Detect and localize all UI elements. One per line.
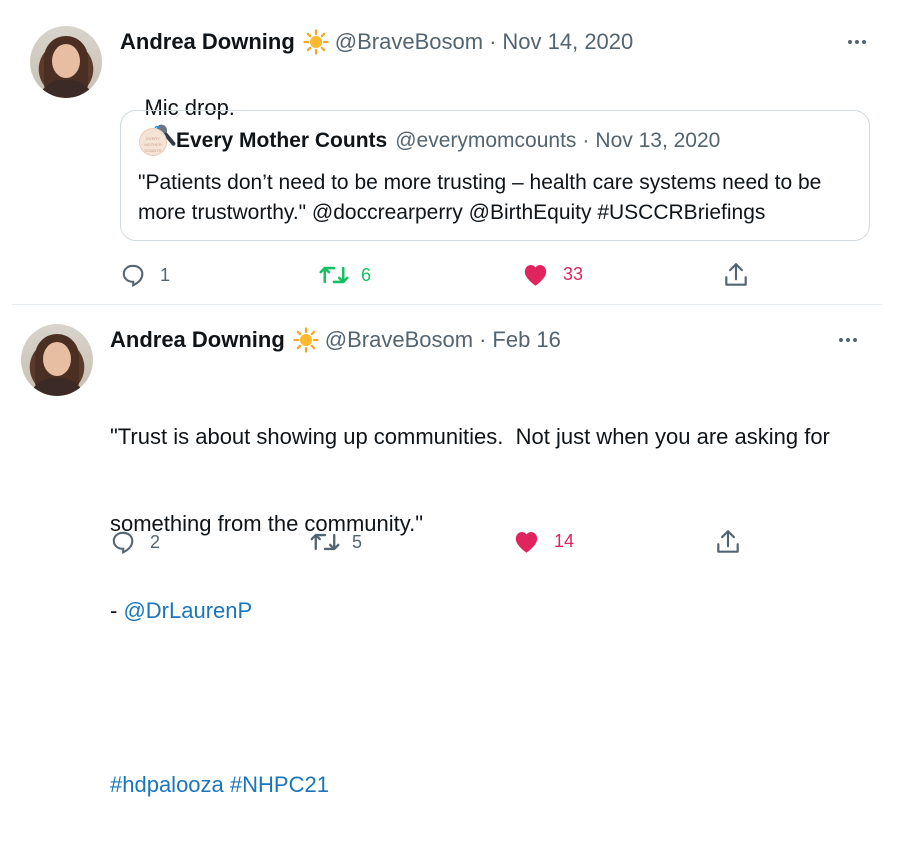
share-icon — [717, 530, 739, 553]
reply-icon — [112, 531, 134, 555]
separator-dot: · — [479, 327, 487, 352]
more-icon[interactable] — [848, 40, 866, 44]
quoted-text: "Patients don’t need to be more trusting… — [138, 171, 822, 224]
retweet-icon — [310, 533, 340, 551]
attribution-dash: - — [110, 598, 124, 623]
reply-icon — [122, 264, 144, 288]
like-count: 14 — [554, 531, 575, 551]
retweet-icon — [319, 266, 349, 284]
tweet-text-line: - @DrLaurenP — [110, 596, 880, 625]
separator-dot: · — [489, 29, 497, 54]
retweet-button[interactable]: 6 — [319, 262, 371, 288]
tweet-date[interactable]: Feb 16 — [492, 327, 561, 353]
like-count: 33 — [563, 264, 584, 284]
share-button[interactable] — [715, 528, 741, 556]
tweet-header: Andrea Downing @BraveBosom · Nov 14, 202… — [120, 29, 633, 55]
share-icon — [725, 263, 747, 286]
retweet-count: 6 — [361, 264, 372, 285]
sun-emoji-icon — [303, 29, 329, 55]
quoted-date: Nov 13, 2020 — [595, 129, 721, 152]
tweet[interactable]: Andrea Downing @BraveBosom · Feb 16 "Tru… — [0, 305, 900, 797]
quoted-author-handle: @everymomcounts — [395, 129, 577, 152]
like-icon — [524, 264, 547, 286]
author-handle[interactable]: @BraveBosom — [335, 29, 483, 55]
reply-button[interactable]: 2 — [110, 529, 160, 555]
quoted-header: Every Mother Counts @everymomcounts · No… — [176, 129, 720, 153]
author-name[interactable]: Andrea Downing — [120, 29, 295, 55]
reply-count: 1 — [160, 264, 171, 285]
quoted-tweet[interactable]: EVERY MOTHER COUNTS Every Mother Counts … — [120, 110, 870, 241]
separator-dot: · — [582, 129, 590, 152]
reply-count: 2 — [150, 531, 161, 552]
author-name[interactable]: Andrea Downing — [110, 327, 285, 353]
like-button[interactable]: 33 — [522, 262, 583, 287]
quoted-author-name: Every Mother Counts — [176, 129, 388, 152]
author-handle[interactable]: @BraveBosom — [325, 327, 473, 353]
reply-button[interactable]: 1 — [120, 262, 170, 288]
mention-link[interactable]: @DrLaurenP — [123, 598, 252, 623]
retweet-button[interactable]: 5 — [310, 529, 362, 555]
sun-emoji-icon — [293, 327, 319, 353]
tweet-header: Andrea Downing @BraveBosom · Feb 16 — [110, 327, 561, 353]
avatar[interactable] — [30, 26, 102, 98]
like-button[interactable]: 14 — [513, 529, 574, 554]
tweet-text: "Trust is about showing up communities. … — [110, 364, 880, 857]
quoted-avatar[interactable]: EVERY MOTHER COUNTS — [139, 128, 167, 156]
avatar[interactable] — [21, 324, 93, 396]
tweet-text-line: something from the community." — [110, 511, 424, 536]
tweet-date[interactable]: Nov 14, 2020 — [502, 29, 633, 55]
more-icon[interactable] — [839, 338, 857, 342]
tweet-text-line: "Trust is about showing up communities. … — [110, 424, 830, 449]
share-button[interactable] — [723, 261, 749, 289]
tweet[interactable]: Andrea Downing @BraveBosom · Nov 14, 202… — [0, 0, 900, 305]
hashtag-links[interactable]: #hdpalooza #NHPC21 — [110, 770, 880, 799]
retweet-count: 5 — [352, 531, 363, 552]
like-icon — [515, 531, 538, 553]
